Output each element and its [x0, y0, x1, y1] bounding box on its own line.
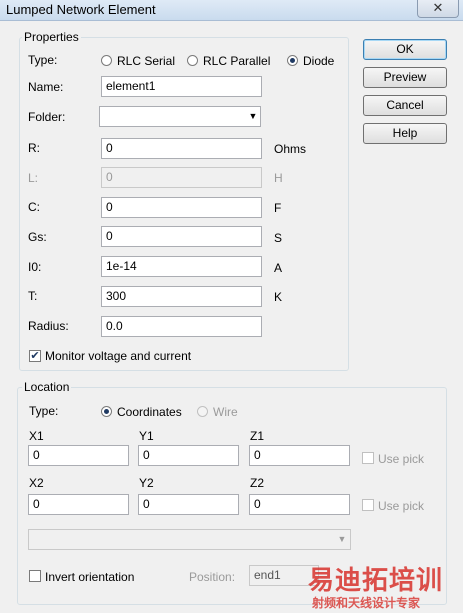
watermark-main: 易迪拓培训 [308, 566, 444, 596]
x2-input[interactable]: 0 [28, 494, 129, 515]
y2-label: Y2 [139, 476, 154, 490]
r-label: R: [28, 141, 40, 155]
diode-radio[interactable] [287, 55, 298, 66]
location-type-label: Type: [29, 404, 59, 418]
rlc-serial-label: RLC Serial [117, 54, 176, 68]
wire-select [28, 529, 351, 550]
type-label: Type: [28, 53, 58, 67]
r-unit: Ohms [274, 142, 307, 156]
z2-label: Z2 [250, 476, 265, 490]
folder-label: Folder: [28, 110, 66, 124]
invert-orientation-checkbox[interactable] [29, 570, 41, 582]
gs-unit: S [274, 231, 283, 245]
t-unit: K [274, 290, 283, 304]
chevron-down-icon: ▼ [337, 534, 347, 544]
rlc-parallel-radio[interactable] [187, 55, 198, 66]
t-input[interactable]: 300 [101, 286, 262, 307]
name-label: Name: [28, 80, 64, 94]
chevron-down-icon[interactable]: ▼ [245, 107, 261, 126]
properties-group-label: Properties [22, 30, 81, 44]
x1-label: X1 [29, 429, 44, 443]
r-input[interactable]: 0 [101, 138, 262, 159]
i0-input[interactable]: 1e-14 [101, 256, 262, 277]
position-label: Position: [189, 570, 236, 584]
gs-input[interactable]: 0 [101, 226, 262, 247]
invert-orientation-label: Invert orientation [45, 570, 135, 584]
help-button[interactable]: Help [363, 123, 447, 144]
y1-input[interactable]: 0 [138, 445, 239, 466]
radius-input[interactable]: 0.0 [101, 316, 262, 337]
rlc-parallel-label: RLC Parallel [203, 54, 271, 68]
l-unit: H [274, 171, 283, 185]
c-label: C: [28, 200, 40, 214]
coordinates-label: Coordinates [117, 405, 182, 419]
c-unit: F [274, 201, 282, 215]
radius-label: Radius: [28, 319, 69, 333]
use-pick-2-checkbox [362, 499, 374, 511]
t-label: T: [28, 289, 38, 303]
window-title: Lumped Network Element [6, 2, 156, 17]
monitor-checkbox[interactable]: ✔ [29, 350, 41, 362]
y1-label: Y1 [139, 429, 154, 443]
l-label: L: [28, 171, 39, 185]
x1-input[interactable]: 0 [28, 445, 129, 466]
location-group-label: Location [22, 380, 72, 394]
z1-input[interactable]: 0 [249, 445, 350, 466]
folder-select[interactable] [99, 106, 261, 127]
use-pick-2-label: Use pick [378, 499, 425, 513]
use-pick-1-checkbox [362, 452, 374, 464]
preview-button[interactable]: Preview [363, 67, 447, 88]
cancel-button[interactable]: Cancel [363, 95, 447, 116]
diode-label: Diode [303, 54, 335, 68]
wire-label: Wire [213, 405, 238, 419]
rlc-serial-radio[interactable] [101, 55, 112, 66]
i0-unit: A [274, 261, 283, 275]
monitor-label: Monitor voltage and current [45, 349, 192, 363]
coordinates-radio[interactable] [101, 406, 112, 417]
wire-radio [197, 406, 208, 417]
watermark-sub: 射频和天线设计专家 [312, 596, 421, 610]
x2-label: X2 [29, 476, 44, 490]
i0-label: I0: [28, 260, 42, 274]
name-input[interactable]: element1 [101, 76, 262, 97]
use-pick-1-label: Use pick [378, 452, 425, 466]
c-input[interactable]: 0 [101, 197, 262, 218]
l-input: 0 [101, 167, 262, 188]
z1-label: Z1 [250, 429, 265, 443]
close-button[interactable]: ✕ [417, 0, 459, 18]
y2-input[interactable]: 0 [138, 494, 239, 515]
close-icon: ✕ [432, 0, 444, 15]
gs-label: Gs: [28, 230, 47, 244]
z2-input[interactable]: 0 [249, 494, 350, 515]
ok-button[interactable]: OK [363, 39, 447, 60]
